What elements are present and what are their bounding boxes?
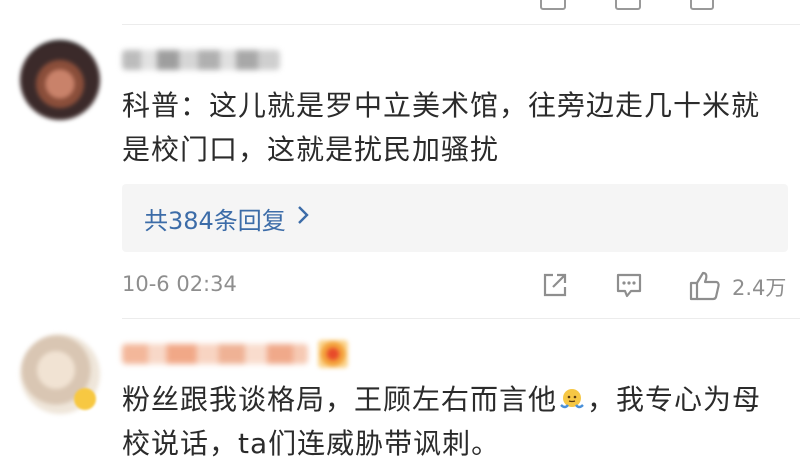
vip-badge-icon <box>318 340 348 368</box>
comment-actions: 10-6 02:34 2.4万 <box>122 270 800 304</box>
divider <box>122 318 800 319</box>
previous-comment-actions <box>0 0 800 14</box>
avatar[interactable] <box>20 40 100 120</box>
like-count: 2.4万 <box>732 276 787 300</box>
thumbs-up-icon[interactable] <box>688 270 722 306</box>
share-icon[interactable] <box>540 270 570 304</box>
comment-timestamp: 10-6 02:34 <box>122 272 237 296</box>
thumbs-up-icon[interactable] <box>690 0 714 10</box>
comment-icon[interactable] <box>614 270 644 304</box>
replies-link[interactable]: 共384条回复 <box>122 184 788 252</box>
divider <box>122 24 800 25</box>
comment-text-part1: 粉丝跟我谈格局，王顾左右而言他 <box>122 383 558 416</box>
chevron-right-icon <box>296 204 310 232</box>
username-blurred[interactable] <box>122 50 280 70</box>
username-blurred[interactable] <box>122 344 308 364</box>
share-icon[interactable] <box>540 0 566 10</box>
shrug-emoji-icon <box>559 382 585 409</box>
comment-text: 科普：这儿就是罗中立美术馆，往旁边走几十米就是校门口，这就是扰民加骚扰 <box>122 89 761 166</box>
comment-text: 粉丝跟我谈格局，王顾左右而言他 ，我专心为母校说话，ta们连威胁带讽刺。 <box>122 378 782 466</box>
replies-count-label: 共384条回复 <box>144 206 286 235</box>
comment-icon[interactable] <box>615 0 641 10</box>
verified-badge-icon <box>74 388 96 410</box>
